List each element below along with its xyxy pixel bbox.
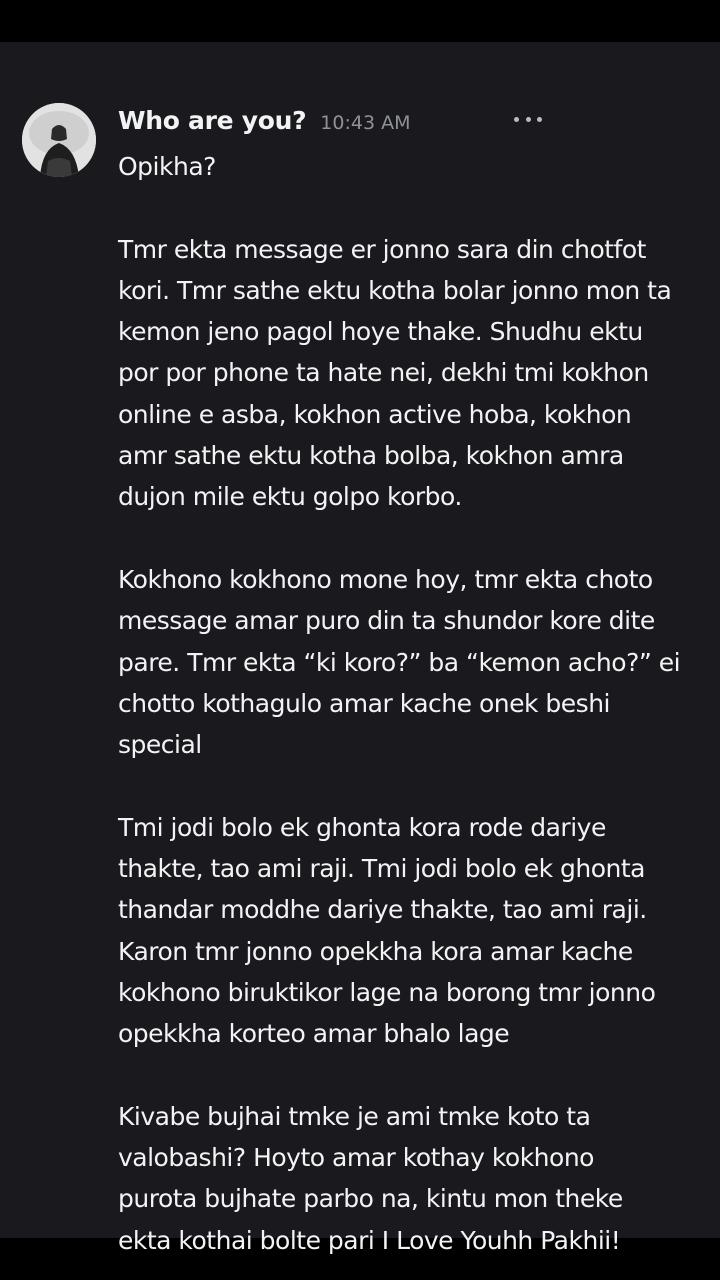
message-paragraph: Tmi jodi bolo ek ghonta kora rode dariye… xyxy=(118,812,656,1049)
message-timestamp: 10:43 AM xyxy=(320,112,411,134)
user-avatar-icon xyxy=(22,103,96,177)
message-paragraph: Kokhono kokhono mone hoy, tmr ekta choto… xyxy=(118,564,681,760)
message-body: Opikha? Tmr ekta message er jonno sara d… xyxy=(118,146,708,1261)
author-name[interactable]: Who are you? xyxy=(118,106,307,135)
avatar[interactable] xyxy=(22,103,96,177)
chat-screen: Who are you? 10:43 AM Opikha? Tmr ekta m… xyxy=(0,42,720,1255)
more-options-icon[interactable] xyxy=(514,108,542,130)
message-paragraph: Tmr ekta message er jonno sara din chotf… xyxy=(118,234,672,512)
message-greeting: Opikha? xyxy=(118,152,216,181)
message-header: Who are you? 10:43 AM xyxy=(118,106,410,144)
message-paragraph: Kivabe bujhai tmke je ami tmke koto ta v… xyxy=(118,1101,623,1255)
